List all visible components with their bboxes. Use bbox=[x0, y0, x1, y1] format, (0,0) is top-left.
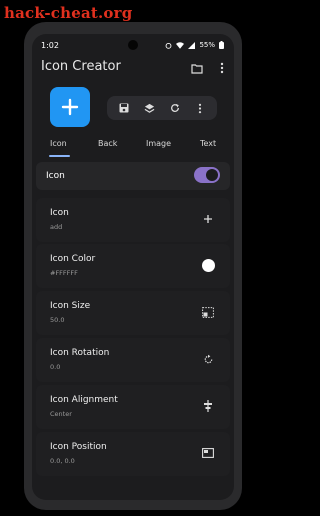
setting-title: Icon Position bbox=[50, 442, 107, 452]
action-toolbar bbox=[107, 96, 217, 120]
app-screen: 1:02 55% Icon Creator Icon Back Image Te… bbox=[32, 34, 234, 500]
position-icon[interactable] bbox=[200, 445, 216, 461]
watermark: hack-cheat.org bbox=[4, 4, 133, 22]
camera-cutout bbox=[128, 40, 138, 50]
battery-percent: 55% bbox=[199, 41, 215, 49]
setting-title: Icon Size bbox=[50, 301, 91, 311]
app-title: Icon Creator bbox=[41, 59, 121, 74]
battery-icon bbox=[219, 41, 224, 49]
status-bar: 1:02 55% bbox=[32, 34, 234, 56]
icon-toggle-switch[interactable] bbox=[194, 167, 220, 183]
setting-row-icon-alignment[interactable]: Icon Alignment Center bbox=[36, 385, 230, 429]
active-tab-indicator bbox=[49, 155, 70, 157]
setting-title: Icon Color bbox=[50, 254, 96, 264]
more-vert-icon[interactable] bbox=[214, 60, 230, 76]
switch-knob bbox=[206, 169, 218, 181]
setting-value: 0.0 bbox=[50, 363, 61, 371]
status-icons: 55% bbox=[165, 41, 224, 49]
setting-row-icon-rotation[interactable]: Icon Rotation 0.0 bbox=[36, 338, 230, 382]
setting-row-icon-color[interactable]: Icon Color #FFFFFF bbox=[36, 244, 230, 288]
refresh-icon[interactable] bbox=[167, 100, 183, 116]
setting-value: Center bbox=[50, 410, 72, 418]
layers-icon[interactable] bbox=[141, 100, 157, 116]
color-swatch-icon[interactable] bbox=[200, 257, 216, 273]
setting-value: 50.0 bbox=[50, 316, 65, 324]
setting-value: #FFFFFF bbox=[50, 269, 78, 277]
setting-title: Icon bbox=[50, 208, 69, 218]
add-icon[interactable] bbox=[200, 211, 216, 227]
setting-title: Icon Alignment bbox=[50, 395, 118, 405]
wifi-icon bbox=[176, 41, 185, 49]
tab-image[interactable]: Image bbox=[146, 139, 171, 148]
tab-back[interactable]: Back bbox=[98, 139, 117, 148]
toolbar-more-icon[interactable] bbox=[192, 100, 208, 116]
app-bar: Icon Creator bbox=[32, 56, 234, 80]
rotate-icon[interactable] bbox=[200, 351, 216, 367]
tab-icon[interactable]: Icon bbox=[50, 139, 67, 148]
icon-toggle-label: Icon bbox=[46, 171, 65, 181]
folder-icon[interactable] bbox=[189, 60, 205, 76]
setting-row-icon-size[interactable]: Icon Size 50.0 bbox=[36, 291, 230, 335]
alarm-icon bbox=[166, 42, 172, 49]
setting-row-icon[interactable]: Icon add bbox=[36, 198, 230, 242]
color-swatch bbox=[201, 258, 215, 272]
add-icon-button[interactable] bbox=[50, 87, 90, 127]
setting-value: add bbox=[50, 223, 63, 231]
add-icon bbox=[61, 98, 79, 116]
setting-title: Icon Rotation bbox=[50, 348, 110, 358]
align-center-icon[interactable] bbox=[200, 398, 216, 414]
tab-text[interactable]: Text bbox=[200, 139, 216, 148]
resize-icon[interactable] bbox=[200, 304, 216, 320]
setting-value: 0.0, 0.0 bbox=[50, 457, 75, 465]
setting-row-icon-position[interactable]: Icon Position 0.0, 0.0 bbox=[36, 432, 230, 476]
signal-icon bbox=[188, 41, 196, 49]
icon-toggle-row[interactable]: Icon bbox=[36, 162, 230, 190]
save-icon[interactable] bbox=[116, 100, 132, 116]
status-time: 1:02 bbox=[41, 41, 59, 50]
